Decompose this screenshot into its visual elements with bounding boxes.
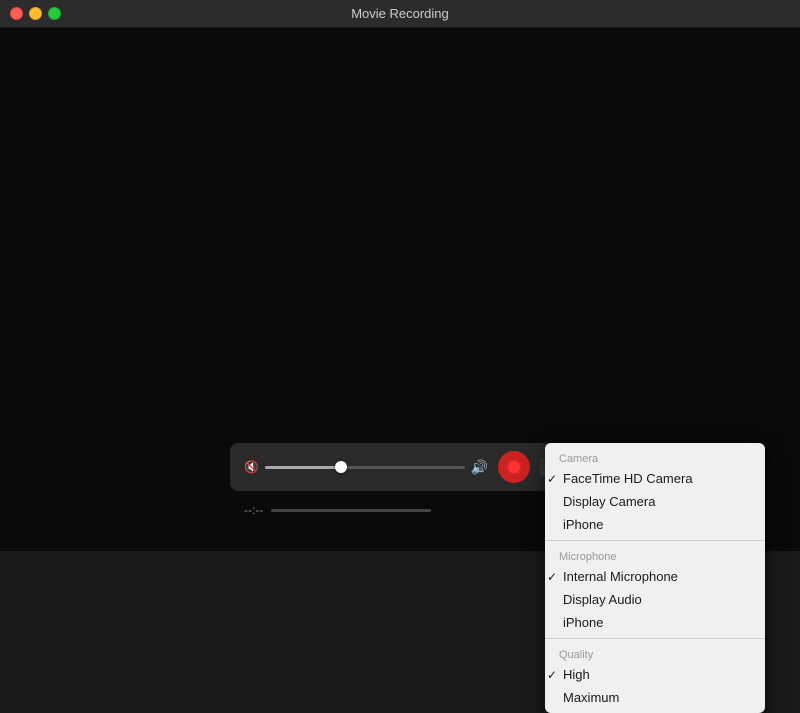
quality-item-maximum-label: Maximum — [559, 690, 619, 705]
microphone-section-label: Microphone — [545, 545, 765, 565]
timer-section: --:-- — [244, 503, 431, 517]
camera-item-facetime[interactable]: ✓ FaceTime HD Camera — [545, 467, 765, 490]
camera-item-iphone-label: iPhone — [559, 517, 603, 532]
quality-item-maximum[interactable]: Maximum — [545, 686, 765, 709]
camera-item-iphone[interactable]: iPhone — [545, 513, 765, 536]
quality-item-high[interactable]: ✓ High — [545, 663, 765, 686]
mic-item-iphone-label: iPhone — [559, 615, 603, 630]
maximize-button[interactable] — [48, 7, 61, 20]
timer-display: --:-- — [244, 503, 263, 517]
quality-section-label: Quality — [545, 643, 765, 663]
window-controls — [10, 7, 61, 20]
minimize-button[interactable] — [29, 7, 42, 20]
title-bar: Movie Recording — [0, 0, 800, 28]
record-button[interactable] — [498, 451, 530, 483]
mic-check-icon: ✓ — [545, 570, 559, 584]
mic-item-display-label: Display Audio — [559, 592, 642, 607]
record-dot-icon — [508, 461, 520, 473]
camera-item-display[interactable]: Display Camera — [545, 490, 765, 513]
mic-item-internal-label: Internal Microphone — [559, 569, 678, 584]
quality-item-high-label: High — [559, 667, 590, 682]
volume-slider-fill — [265, 466, 345, 469]
camera-item-display-label: Display Camera — [559, 494, 655, 509]
dropdown-menu: Camera ✓ FaceTime HD Camera Display Came… — [545, 443, 765, 713]
camera-section: Camera ✓ FaceTime HD Camera Display Came… — [545, 443, 765, 540]
volume-slider-thumb — [335, 461, 347, 473]
progress-bar — [271, 509, 431, 512]
volume-section: 🔇 🔊 — [244, 459, 488, 476]
microphone-section: Microphone ✓ Internal Microphone Display… — [545, 540, 765, 638]
camera-item-facetime-label: FaceTime HD Camera — [559, 471, 693, 486]
check-icon: ✓ — [545, 472, 559, 486]
mic-item-internal[interactable]: ✓ Internal Microphone — [545, 565, 765, 588]
window-title: Movie Recording — [351, 6, 449, 21]
close-button[interactable] — [10, 7, 23, 20]
main-area: 🔇 🔊 ▼ --:-- Camera ✓ FaceTime HD — [0, 28, 800, 551]
quality-check-icon: ✓ — [545, 668, 559, 682]
volume-high-icon: 🔊 — [471, 459, 488, 476]
mic-item-display[interactable]: Display Audio — [545, 588, 765, 611]
mic-item-iphone[interactable]: iPhone — [545, 611, 765, 634]
controls-bar: 🔇 🔊 ▼ --:-- Camera ✓ FaceTime HD — [230, 443, 570, 491]
volume-low-icon: 🔇 — [244, 460, 259, 474]
volume-slider[interactable] — [265, 466, 465, 469]
quality-section: Quality ✓ High Maximum — [545, 638, 765, 713]
camera-section-label: Camera — [545, 447, 765, 467]
